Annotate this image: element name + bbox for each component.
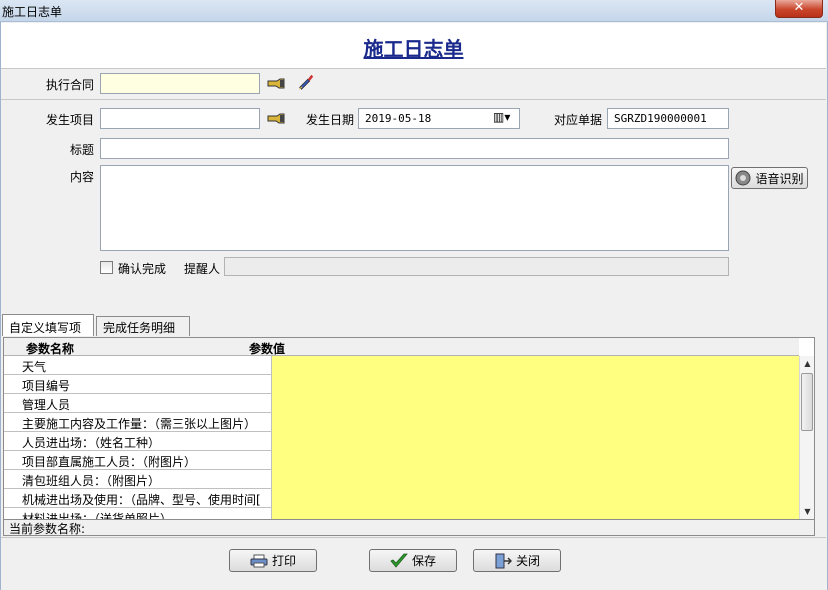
table-row[interactable]: 清包班组人员：（附图片）: [4, 470, 799, 489]
project-label: 发生项目: [45, 113, 94, 127]
parameter-name-cell: 人员进出场：（姓名工种）: [4, 432, 272, 451]
window-titlebar: 施工日志单 ✕: [0, 0, 828, 22]
parameter-name-cell: 项目编号: [4, 375, 272, 394]
tab-custom-fields[interactable]: 自定义填写项: [2, 314, 94, 336]
date-label: 发生日期: [305, 113, 354, 127]
reminder-input[interactable]: [224, 257, 729, 276]
grid-vertical-scrollbar[interactable]: ▲ ▼: [799, 356, 814, 519]
contract-input[interactable]: [100, 73, 260, 94]
pick-pointer-icon[interactable]: [266, 75, 286, 93]
pick-project-icon[interactable]: [266, 110, 286, 128]
parameter-name-cell: 主要施工内容及工作量：（需三张以上图片）: [4, 413, 272, 432]
doc-label: 对应单据: [553, 113, 602, 127]
section-divider: [1, 99, 826, 100]
parameter-name-cell: 机械进出场及使用：（品牌、型号、使用时间[: [4, 489, 272, 508]
contract-label: 执行合同: [45, 78, 94, 92]
parameter-name-cell: 项目部直属施工人员：（附图片）: [4, 451, 272, 470]
project-input[interactable]: [100, 108, 260, 129]
parameter-name-cell: 清包班组人员：（附图片）: [4, 470, 272, 489]
parameter-value-cell[interactable]: [272, 489, 799, 508]
parameter-name-cell: 材料进出场：（送货单照片）: [4, 508, 272, 519]
parameter-value-cell[interactable]: [272, 470, 799, 489]
parameter-value-cell[interactable]: [272, 508, 799, 519]
save-button-label: 保存: [411, 554, 436, 568]
edit-brush-icon[interactable]: [296, 73, 316, 91]
parameter-value-cell[interactable]: [272, 394, 799, 413]
column-header-value: 参数值: [249, 342, 286, 356]
current-parameter-status: 当前参数名称:: [3, 520, 815, 536]
confirm-complete-label: 确认完成: [118, 262, 167, 276]
parameter-value-cell[interactable]: [272, 451, 799, 470]
scroll-thumb[interactable]: [801, 373, 813, 431]
voice-button-label: 语音识别: [755, 171, 804, 186]
form-header: 施工日志单: [1, 23, 826, 69]
close-button[interactable]: 关闭: [473, 549, 561, 572]
table-row[interactable]: 天气: [4, 356, 799, 375]
table-row[interactable]: 项目部直属施工人员：（附图片）: [4, 451, 799, 470]
content-label: 内容: [69, 170, 94, 184]
reminder-label: 提醒人: [184, 262, 221, 276]
checkmark-icon: [390, 553, 408, 568]
table-row[interactable]: 材料进出场：（送货单照片）: [4, 508, 799, 519]
speaker-icon: [735, 170, 751, 186]
table-row[interactable]: 机械进出场及使用：（品牌、型号、使用时间[: [4, 489, 799, 508]
table-row[interactable]: 项目编号: [4, 375, 799, 394]
window-title: 施工日志单: [2, 5, 63, 19]
window-close-button[interactable]: ✕: [775, 0, 823, 18]
scroll-up-arrow-icon[interactable]: ▲: [800, 356, 814, 371]
voice-recognition-button[interactable]: 语音识别: [731, 167, 808, 189]
column-header-name: 参数名称: [26, 342, 75, 356]
parameter-grid: 参数名称 参数值 天气 项目编号 管理人员 主要施工内容及工作量：（需三张以上图片）人…: [3, 337, 815, 520]
print-button-label: 打印: [271, 554, 296, 568]
table-row[interactable]: 人员进出场：（姓名工种）: [4, 432, 799, 451]
parameter-value-cell[interactable]: [272, 413, 799, 432]
scroll-down-arrow-icon[interactable]: ▼: [800, 504, 814, 519]
table-row[interactable]: 主要施工内容及工作量：（需三张以上图片）: [4, 413, 799, 432]
parameter-value-cell[interactable]: [272, 432, 799, 451]
title-label: 标题: [69, 143, 94, 157]
exit-door-icon: [495, 553, 512, 568]
parameter-value-cell[interactable]: [272, 375, 799, 394]
save-button[interactable]: 保存: [369, 549, 457, 572]
table-row[interactable]: 管理人员: [4, 394, 799, 413]
tab-task-details[interactable]: 完成任务明细: [96, 316, 190, 336]
parameter-name-cell: 天气: [4, 356, 272, 375]
parameter-value-cell[interactable]: [272, 356, 799, 375]
grid-header: 参数名称 参数值: [4, 338, 799, 356]
title-input[interactable]: [100, 138, 729, 159]
confirm-complete-checkbox[interactable]: [100, 261, 113, 274]
close-button-label: 关闭: [515, 554, 540, 568]
printer-icon: [250, 554, 268, 567]
doc-number-input[interactable]: SGRZD190000001: [607, 108, 729, 129]
calendar-dropdown-icon[interactable]: ▥▾: [493, 110, 510, 124]
parameter-name-cell: 管理人员: [4, 394, 272, 413]
page-title: 施工日志单: [363, 37, 464, 61]
content-textarea[interactable]: [100, 165, 729, 251]
print-button[interactable]: 打印: [229, 549, 317, 572]
